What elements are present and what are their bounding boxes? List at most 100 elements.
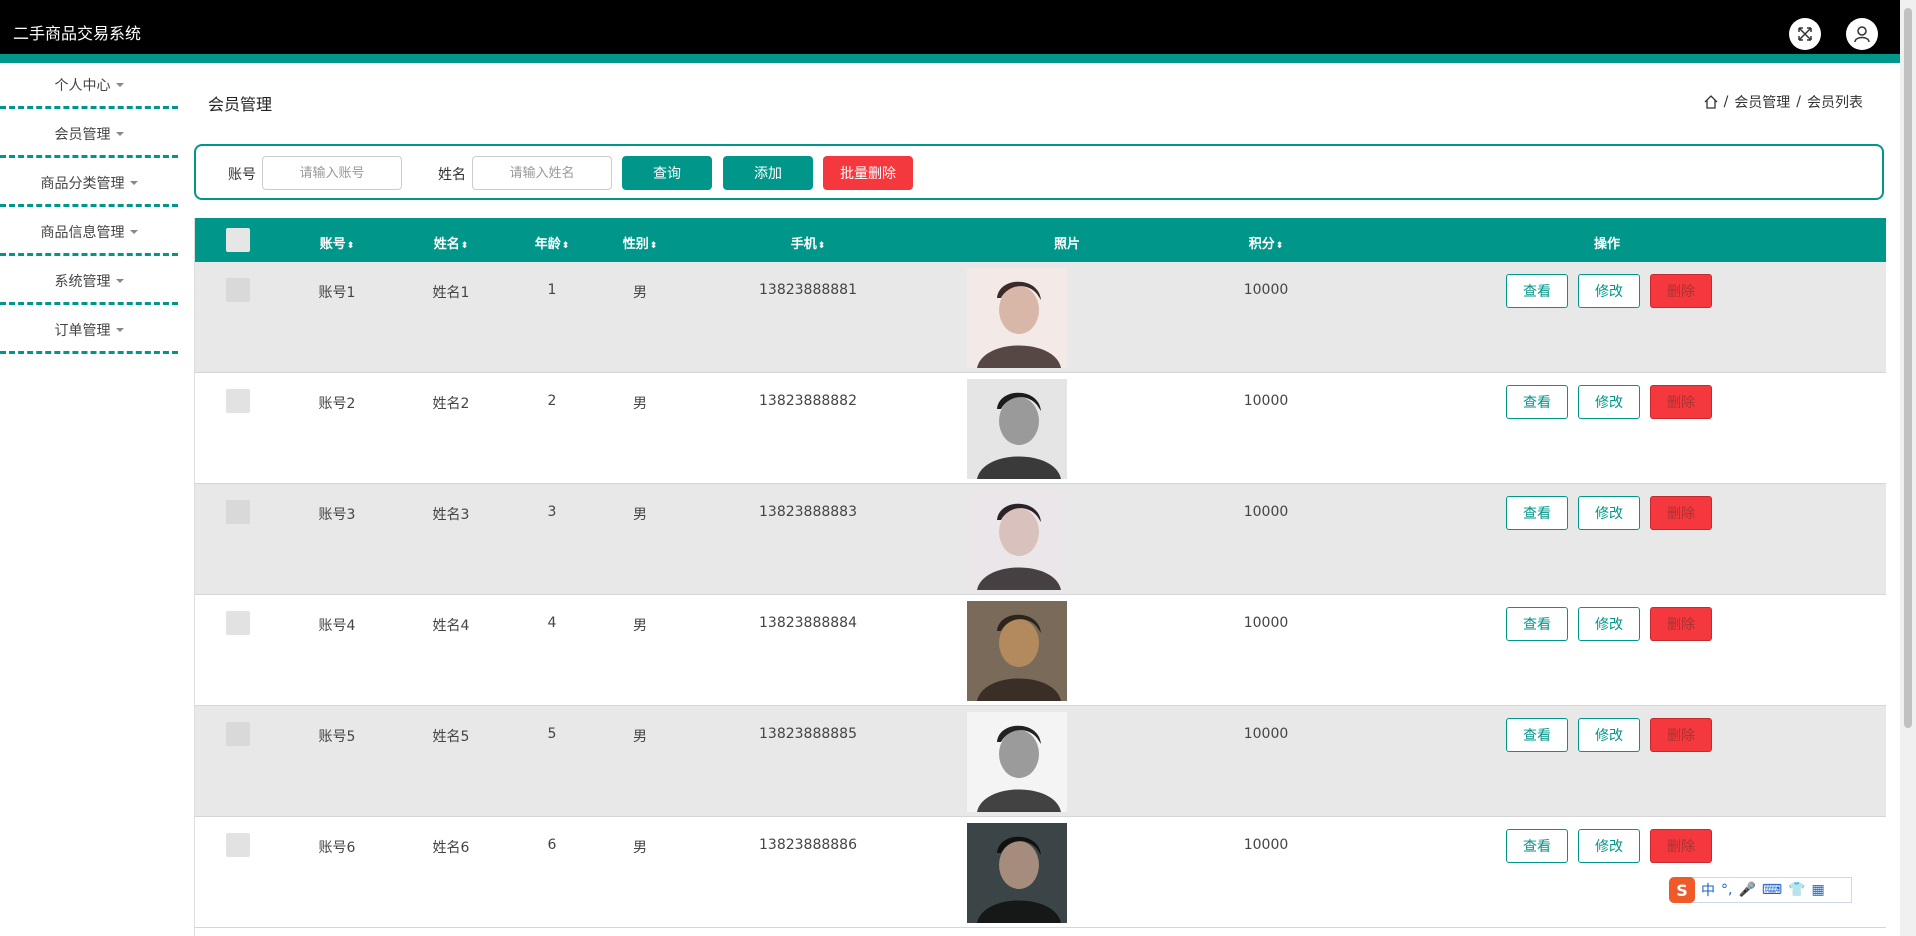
row-checkbox[interactable]: [226, 278, 250, 302]
cell-name: 姓名3: [432, 507, 470, 523]
column-header-gender[interactable]: 性别⬍: [623, 233, 658, 252]
vertical-scrollbar[interactable]: [1900, 0, 1916, 936]
edit-button[interactable]: 修改: [1578, 829, 1640, 863]
sidebar-item-category-management[interactable]: 商品分类管理: [0, 161, 178, 207]
row-checkbox[interactable]: [226, 833, 250, 857]
scrollbar-thumb[interactable]: [1904, 8, 1912, 728]
sidebar-item-personal-center[interactable]: 个人中心: [0, 63, 178, 109]
view-button[interactable]: 查看: [1506, 496, 1568, 530]
view-button[interactable]: 查看: [1506, 607, 1568, 641]
cell-account: 账号4: [318, 618, 356, 634]
query-button[interactable]: 查询: [622, 156, 712, 190]
member-photo: [967, 823, 1067, 923]
breadcrumb-item-member-management[interactable]: 会员管理: [1734, 92, 1790, 112]
ime-toolbar[interactable]: S 中 °, 🎤 ⌨ 👕 ▦: [1669, 877, 1852, 903]
cell-points: 10000: [1243, 393, 1289, 409]
user-button[interactable]: [1846, 18, 1878, 50]
sidebar-item-system-management[interactable]: 系统管理: [0, 259, 178, 305]
table-body: 账号1 姓名1 1 男 13823888881 10000 查看 修改 删除 账号2 姓名2 2 男 13…: [195, 262, 1886, 928]
member-photo: [967, 490, 1067, 590]
row-checkbox[interactable]: [226, 500, 250, 524]
keyboard-icon[interactable]: ⌨: [1762, 882, 1782, 898]
view-button[interactable]: 查看: [1506, 385, 1568, 419]
column-header-photo: 照片: [1053, 237, 1081, 252]
row-checkbox[interactable]: [226, 611, 250, 635]
sidebar-item-member-management[interactable]: 会员管理: [0, 112, 178, 158]
member-photo: [967, 379, 1067, 479]
sidebar-item-label: 会员管理: [54, 126, 111, 143]
sort-icon: ⬍: [561, 241, 570, 251]
select-all-checkbox[interactable]: [226, 228, 250, 252]
delete-button[interactable]: 删除: [1650, 718, 1712, 752]
view-button[interactable]: 查看: [1506, 718, 1568, 752]
edit-button[interactable]: 修改: [1578, 385, 1640, 419]
sidebar-item-order-management[interactable]: 订单管理: [0, 308, 178, 354]
ime-punctuation-toggle[interactable]: °,: [1721, 882, 1732, 898]
cell-points: 10000: [1243, 726, 1289, 742]
sidebar-item-label: 系统管理: [54, 273, 111, 290]
column-header-points[interactable]: 积分⬍: [1249, 233, 1284, 252]
name-label: 姓名: [438, 167, 466, 183]
ime-mode-toggle[interactable]: 中: [1701, 880, 1715, 900]
microphone-icon[interactable]: 🎤: [1738, 882, 1755, 898]
cell-points: 10000: [1243, 615, 1289, 631]
table-row: 账号6 姓名6 6 男 13823888886 10000 查看 修改 删除: [195, 817, 1886, 928]
cell-age: 2: [547, 393, 557, 409]
cell-gender: 男: [633, 840, 647, 856]
cell-name: 姓名1: [432, 285, 470, 301]
column-header-name[interactable]: 姓名⬍: [434, 233, 469, 252]
cell-phone: 13823888884: [759, 615, 857, 631]
name-search-input[interactable]: [472, 156, 612, 190]
batch-delete-button[interactable]: 批量删除: [823, 156, 913, 190]
delete-button[interactable]: 删除: [1650, 274, 1712, 308]
edit-button[interactable]: 修改: [1578, 607, 1640, 641]
caret-down-icon: [115, 327, 124, 332]
delete-button[interactable]: 删除: [1650, 496, 1712, 530]
row-checkbox[interactable]: [226, 722, 250, 746]
table-row: 账号4 姓名4 4 男 13823888884 10000 查看 修改 删除: [195, 595, 1886, 706]
cell-account: 账号1: [318, 285, 356, 301]
column-header-phone[interactable]: 手机⬍: [791, 233, 826, 252]
grid-menu-icon[interactable]: ▦: [1812, 882, 1825, 898]
sort-icon: ⬍: [817, 241, 826, 251]
sidebar-item-label: 商品分类管理: [40, 175, 125, 192]
column-header-age[interactable]: 年龄⬍: [535, 233, 570, 252]
home-icon[interactable]: [1704, 95, 1718, 109]
cell-points: 10000: [1243, 837, 1289, 853]
row-checkbox[interactable]: [226, 389, 250, 413]
view-button[interactable]: 查看: [1506, 274, 1568, 308]
cell-gender: 男: [633, 507, 647, 523]
table-header: 账号⬍ 姓名⬍ 年龄⬍ 性别⬍ 手机⬍ 照片 积分⬍ 操作: [195, 218, 1886, 262]
cell-phone: 13823888885: [759, 726, 857, 742]
member-table: 账号⬍ 姓名⬍ 年龄⬍ 性别⬍ 手机⬍ 照片 积分⬍ 操作 账号1 姓名1 1 男 13…: [194, 218, 1886, 936]
cell-phone: 13823888883: [759, 504, 857, 520]
fullscreen-button[interactable]: [1789, 18, 1821, 50]
cell-account: 账号6: [318, 840, 356, 856]
column-header-account[interactable]: 账号⬍: [320, 233, 355, 252]
cell-gender: 男: [633, 396, 647, 412]
cell-name: 姓名4: [432, 618, 470, 634]
cell-phone: 13823888886: [759, 837, 857, 853]
table-row: 账号2 姓名2 2 男 13823888882 10000 查看 修改 删除: [195, 373, 1886, 484]
cell-points: 10000: [1243, 282, 1289, 298]
add-button[interactable]: 添加: [723, 156, 813, 190]
member-photo: [967, 601, 1067, 701]
delete-button[interactable]: 删除: [1650, 829, 1712, 863]
sort-icon: ⬍: [460, 241, 469, 251]
sort-icon: ⬍: [346, 241, 355, 251]
table-row: 账号5 姓名5 5 男 13823888885 10000 查看 修改 删除: [195, 706, 1886, 817]
cell-age: 1: [547, 282, 557, 298]
sidebar-item-product-management[interactable]: 商品信息管理: [0, 210, 178, 256]
cell-points: 10000: [1243, 504, 1289, 520]
delete-button[interactable]: 删除: [1650, 385, 1712, 419]
cell-phone: 13823888881: [759, 282, 857, 298]
edit-button[interactable]: 修改: [1578, 718, 1640, 752]
breadcrumb-separator: /: [1796, 94, 1801, 110]
skin-icon[interactable]: 👕: [1788, 882, 1805, 898]
edit-button[interactable]: 修改: [1578, 274, 1640, 308]
sidebar-item-label: 商品信息管理: [40, 224, 125, 241]
account-search-input[interactable]: [262, 156, 402, 190]
view-button[interactable]: 查看: [1506, 829, 1568, 863]
delete-button[interactable]: 删除: [1650, 607, 1712, 641]
edit-button[interactable]: 修改: [1578, 496, 1640, 530]
